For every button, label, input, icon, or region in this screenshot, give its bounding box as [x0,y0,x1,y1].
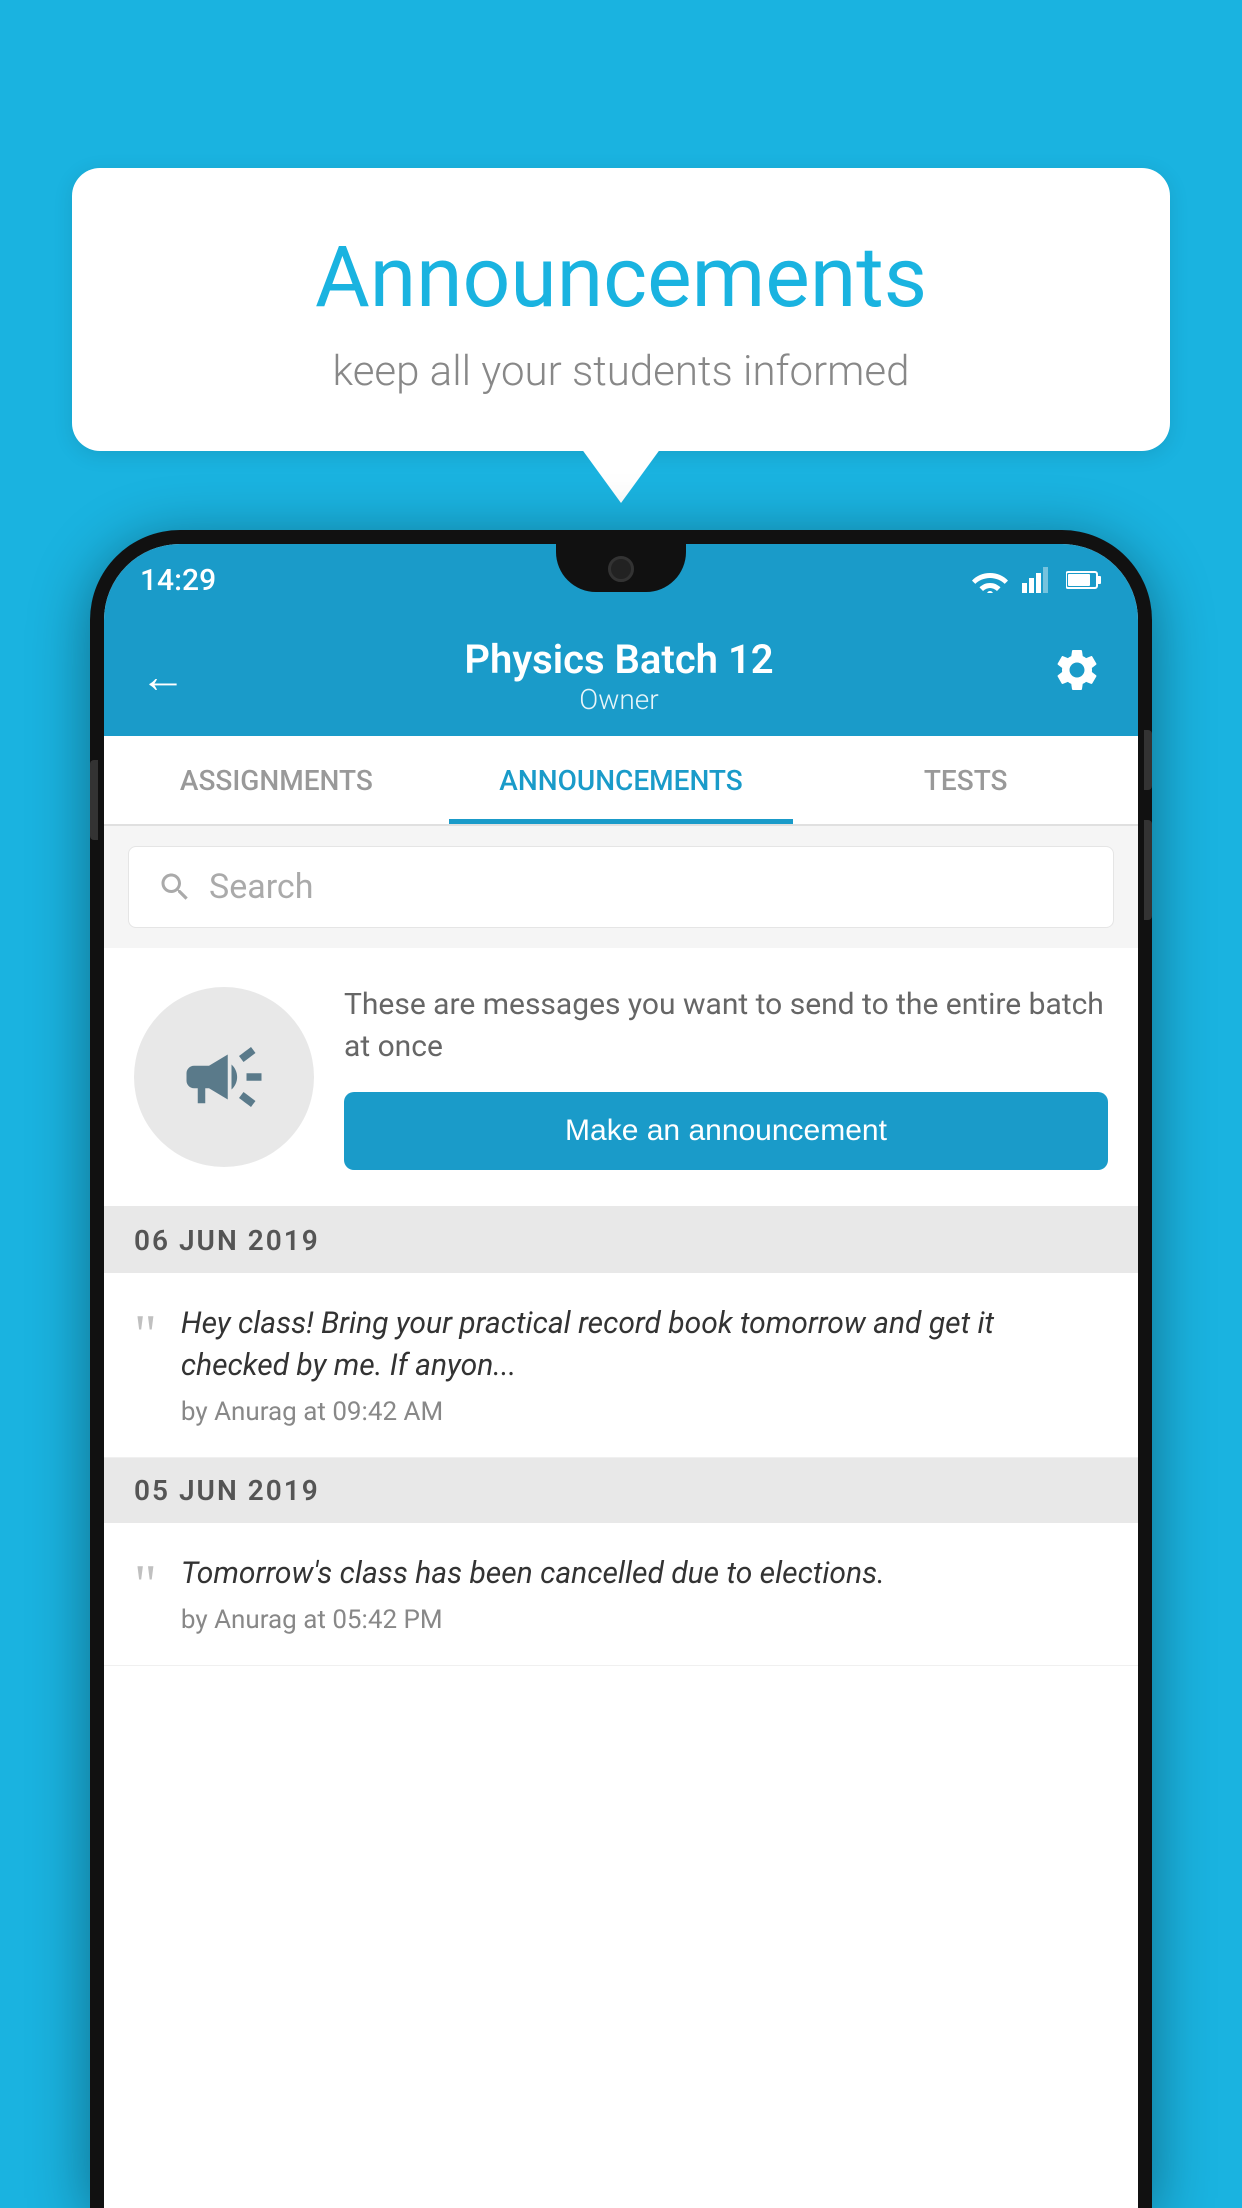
battery-icon [1066,570,1102,590]
tab-tests[interactable]: TESTS [793,736,1138,824]
announcement-icon-circle [134,987,314,1167]
gear-icon [1052,645,1102,695]
announcement-content-1: Hey class! Bring your practical record b… [181,1303,1108,1427]
quote-icon-2: " [134,1563,157,1608]
promo-right: These are messages you want to send to t… [344,984,1108,1170]
app-bar-subtitle: Owner [186,683,1052,716]
bubble-title: Announcements [122,228,1120,327]
promo-description: These are messages you want to send to t… [344,984,1108,1068]
search-icon [157,869,193,905]
announcement-item-2[interactable]: " Tomorrow's class has been cancelled du… [104,1523,1138,1666]
status-time: 14:29 [140,563,216,598]
signal-icon [1022,567,1052,593]
phone-side-right-bottom [1144,820,1152,920]
app-bar: ← Physics Batch 12 Owner [104,616,1138,736]
status-icons [972,567,1102,593]
make-announcement-button[interactable]: Make an announcement [344,1092,1108,1170]
front-camera [608,556,634,582]
status-bar: 14:29 [104,544,1138,616]
search-container: Search [104,826,1138,948]
speech-bubble: Announcements keep all your students inf… [72,168,1170,451]
app-bar-title: Physics Batch 12 [186,636,1052,683]
back-button[interactable]: ← [140,649,186,704]
announcement-text-1: Hey class! Bring your practical record b… [181,1303,1108,1387]
quote-icon-1: " [134,1313,157,1358]
announcement-content-2: Tomorrow's class has been cancelled due … [181,1553,1108,1635]
phone-screen: 14:29 [104,544,1138,2208]
announcement-item-1[interactable]: " Hey class! Bring your practical record… [104,1273,1138,1458]
notch [556,544,686,592]
phone-side-right-top [1144,730,1152,790]
wifi-icon [972,567,1008,593]
search-placeholder: Search [209,867,313,907]
date-divider-1: 06 JUN 2019 [104,1208,1138,1273]
announcement-meta-1: by Anurag at 09:42 AM [181,1397,1108,1427]
announcement-meta-2: by Anurag at 05:42 PM [181,1605,1108,1635]
bubble-subtitle: keep all your students informed [122,347,1120,396]
announcement-text-2: Tomorrow's class has been cancelled due … [181,1553,1108,1595]
date-divider-2: 05 JUN 2019 [104,1458,1138,1523]
promo-section: These are messages you want to send to t… [104,948,1138,1208]
tab-announcements[interactable]: ANNOUNCEMENTS [449,736,794,824]
tabs-bar: ASSIGNMENTS ANNOUNCEMENTS TESTS [104,736,1138,826]
phone-side-left [90,760,98,840]
tab-assignments[interactable]: ASSIGNMENTS [104,736,449,824]
search-bar[interactable]: Search [128,846,1114,928]
app-bar-title-group: Physics Batch 12 Owner [186,636,1052,716]
megaphone-icon [179,1032,269,1122]
settings-button[interactable] [1052,645,1102,707]
phone-frame: 14:29 [90,530,1152,2208]
